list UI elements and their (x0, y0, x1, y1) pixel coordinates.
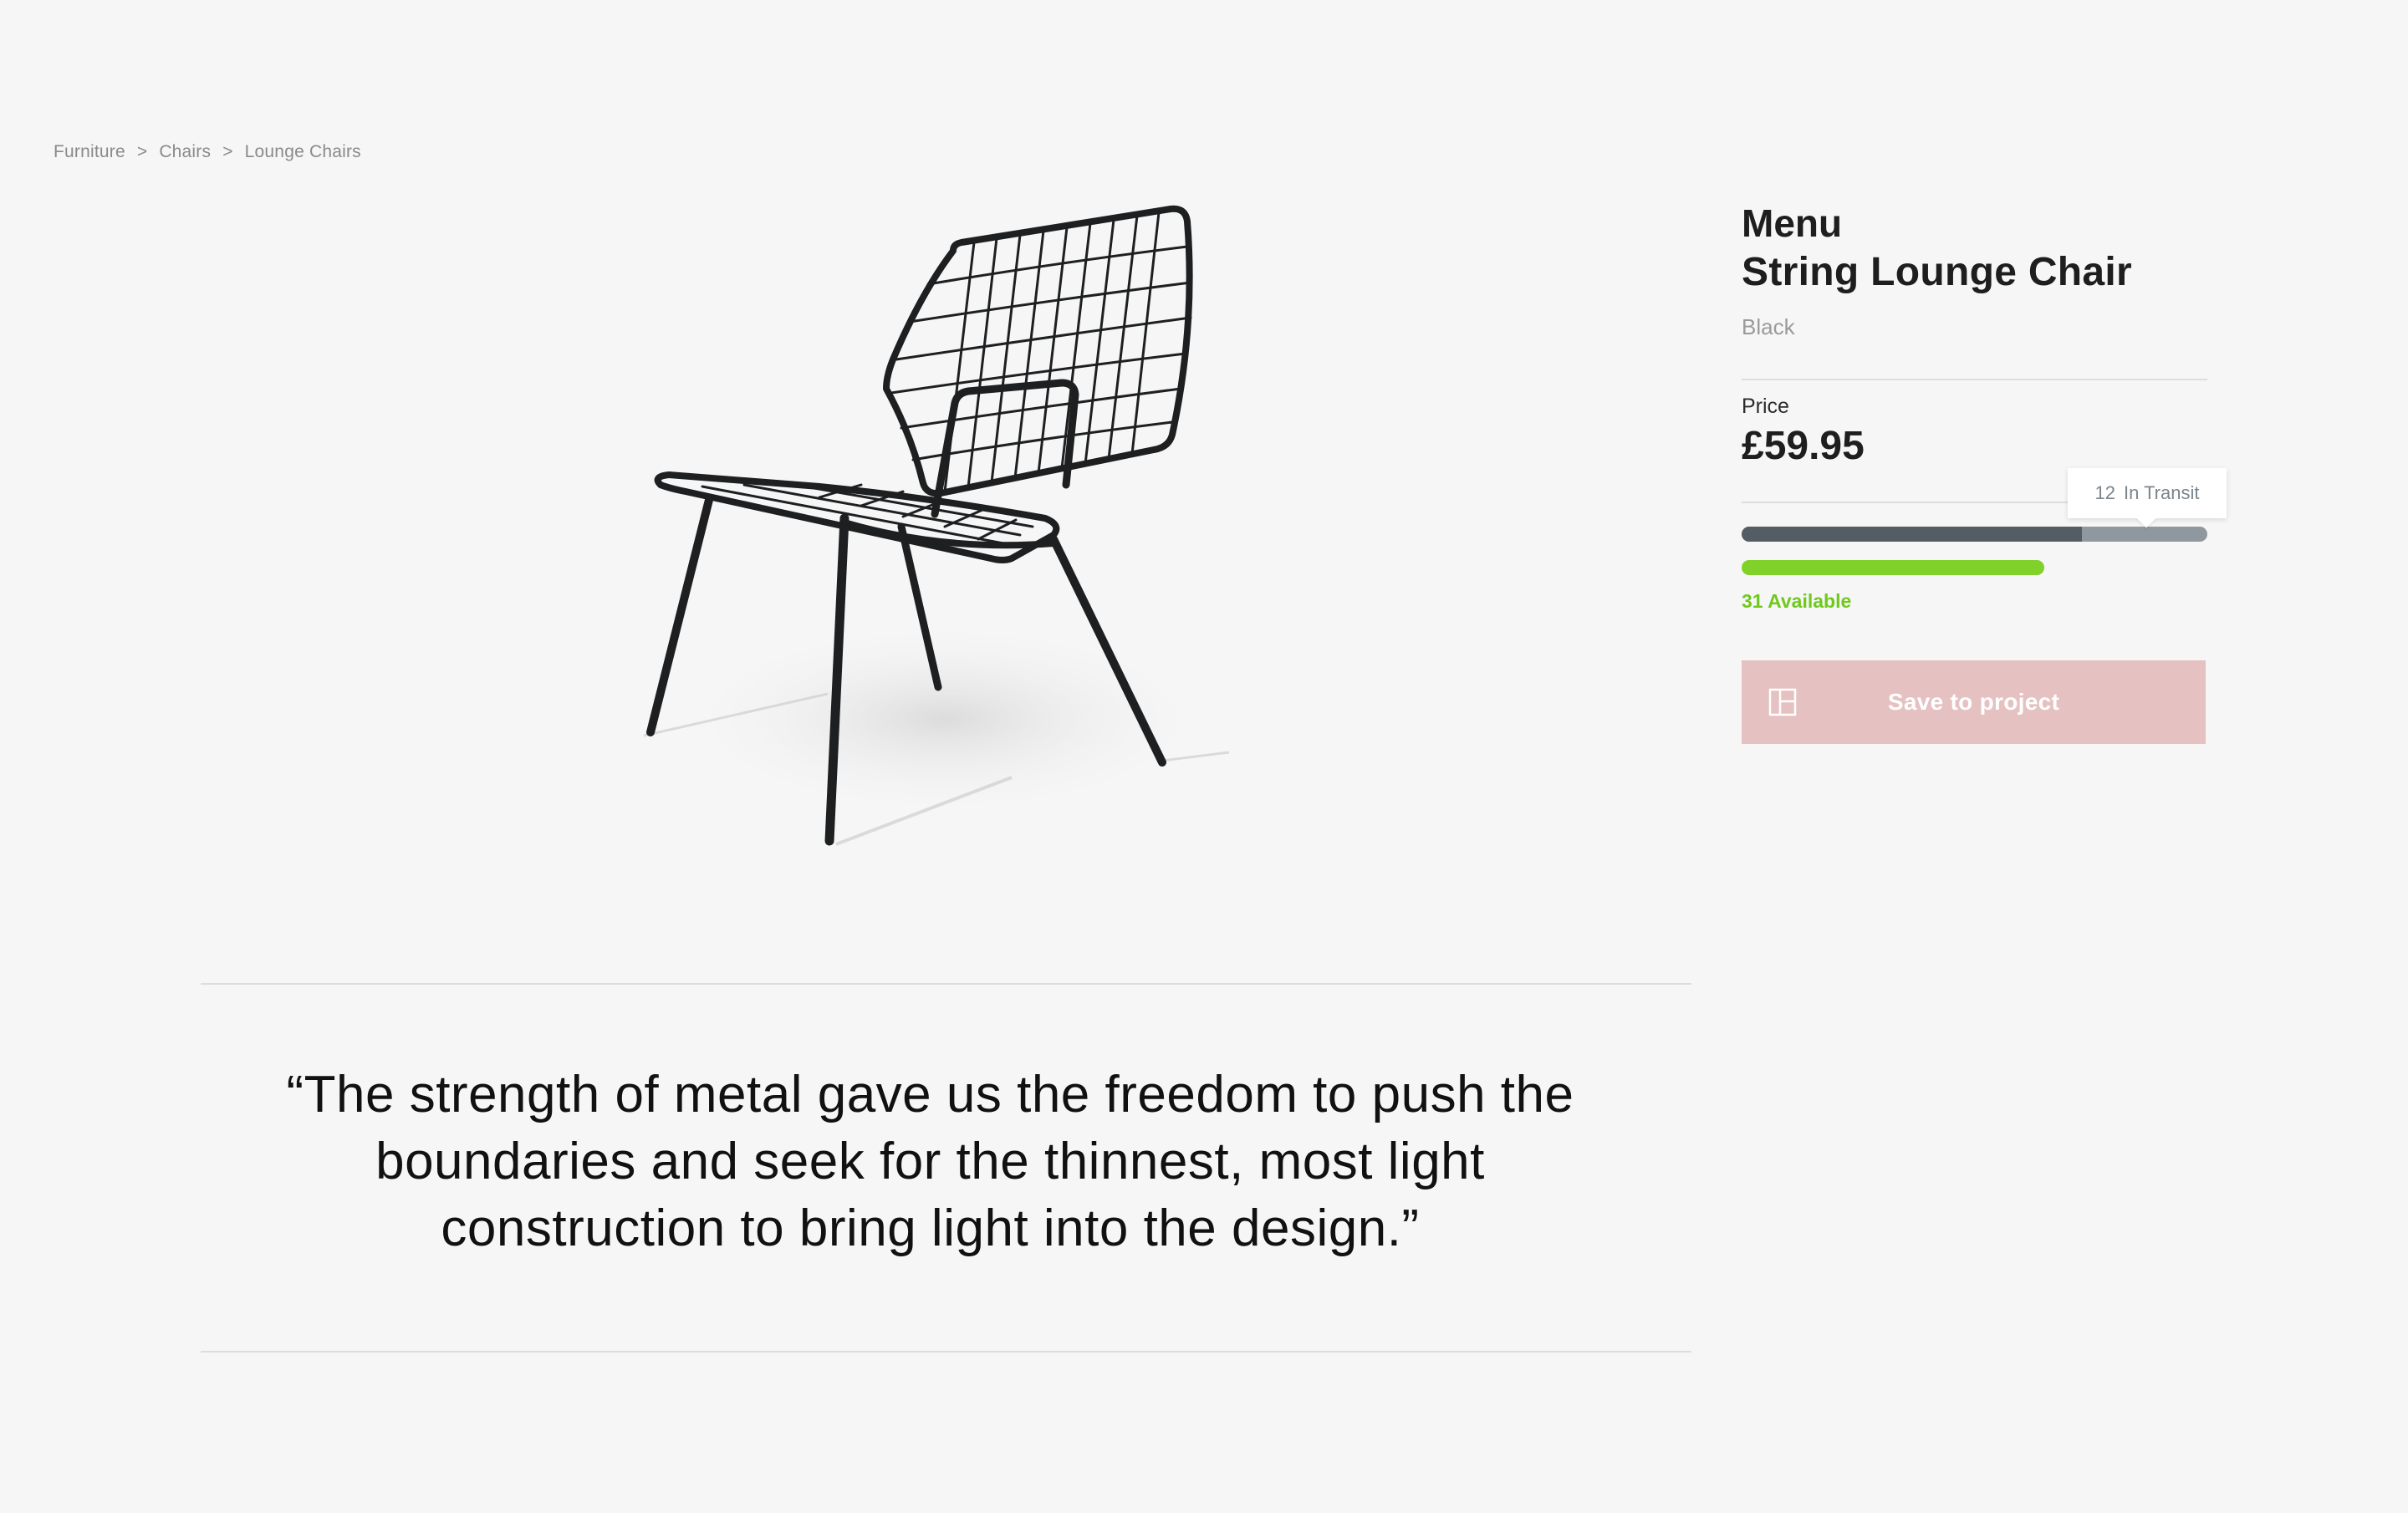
save-button-label: Save to project (1887, 689, 2060, 715)
breadcrumb-item-furniture[interactable]: Furniture (54, 142, 125, 162)
available-text: 31 Available (1742, 590, 1852, 612)
divider (1742, 379, 2207, 380)
layout-grid-icon (1768, 688, 1797, 716)
product-name: String Lounge Chair (1742, 250, 2133, 294)
breadcrumb-item-lounge-chairs[interactable]: Lounge Chairs (245, 142, 361, 162)
price-value: £59.95 (1742, 424, 1865, 468)
breadcrumb-item-chairs[interactable]: Chairs (159, 142, 211, 162)
breadcrumb-separator: > (136, 142, 148, 161)
product-info-panel: Menu String Lounge Chair Black Price £59… (1742, 199, 2227, 744)
price-label: Price (1742, 395, 1789, 418)
in-transit-tooltip: 12 In Transit (2068, 468, 2227, 518)
save-to-project-button[interactable]: Save to project (1742, 660, 2206, 744)
breadcrumb-separator: > (222, 142, 233, 161)
available-bar (1742, 560, 2045, 575)
designer-quote: “The strength of metal gave us the freed… (286, 1066, 1574, 1257)
chair-illustration (643, 205, 1230, 846)
product-image (610, 184, 1263, 869)
product-brand: Menu (1742, 201, 1843, 245)
in-transit-label: In Transit (2124, 482, 2200, 503)
stock-level-bar (1742, 527, 2207, 542)
quote-divider-bottom (201, 1351, 1691, 1353)
stock-in-stock-fill (1742, 527, 2082, 542)
quote-divider-top (201, 983, 1691, 985)
product-variant: Black (1742, 314, 1795, 339)
in-transit-count: 12 (2094, 482, 2115, 503)
breadcrumb: Furniture > Chairs > Lounge Chairs (54, 142, 361, 162)
